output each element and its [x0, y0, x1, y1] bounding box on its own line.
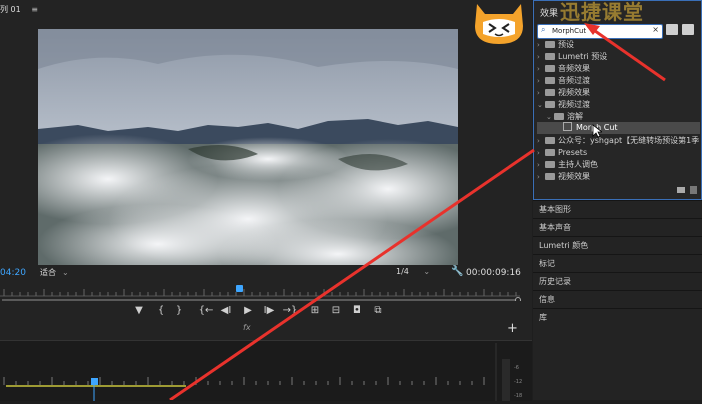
annotation-overlay — [169, 23, 666, 400]
mouse-cursor-icon — [592, 124, 602, 138]
annotation-arrow-line — [169, 148, 535, 400]
